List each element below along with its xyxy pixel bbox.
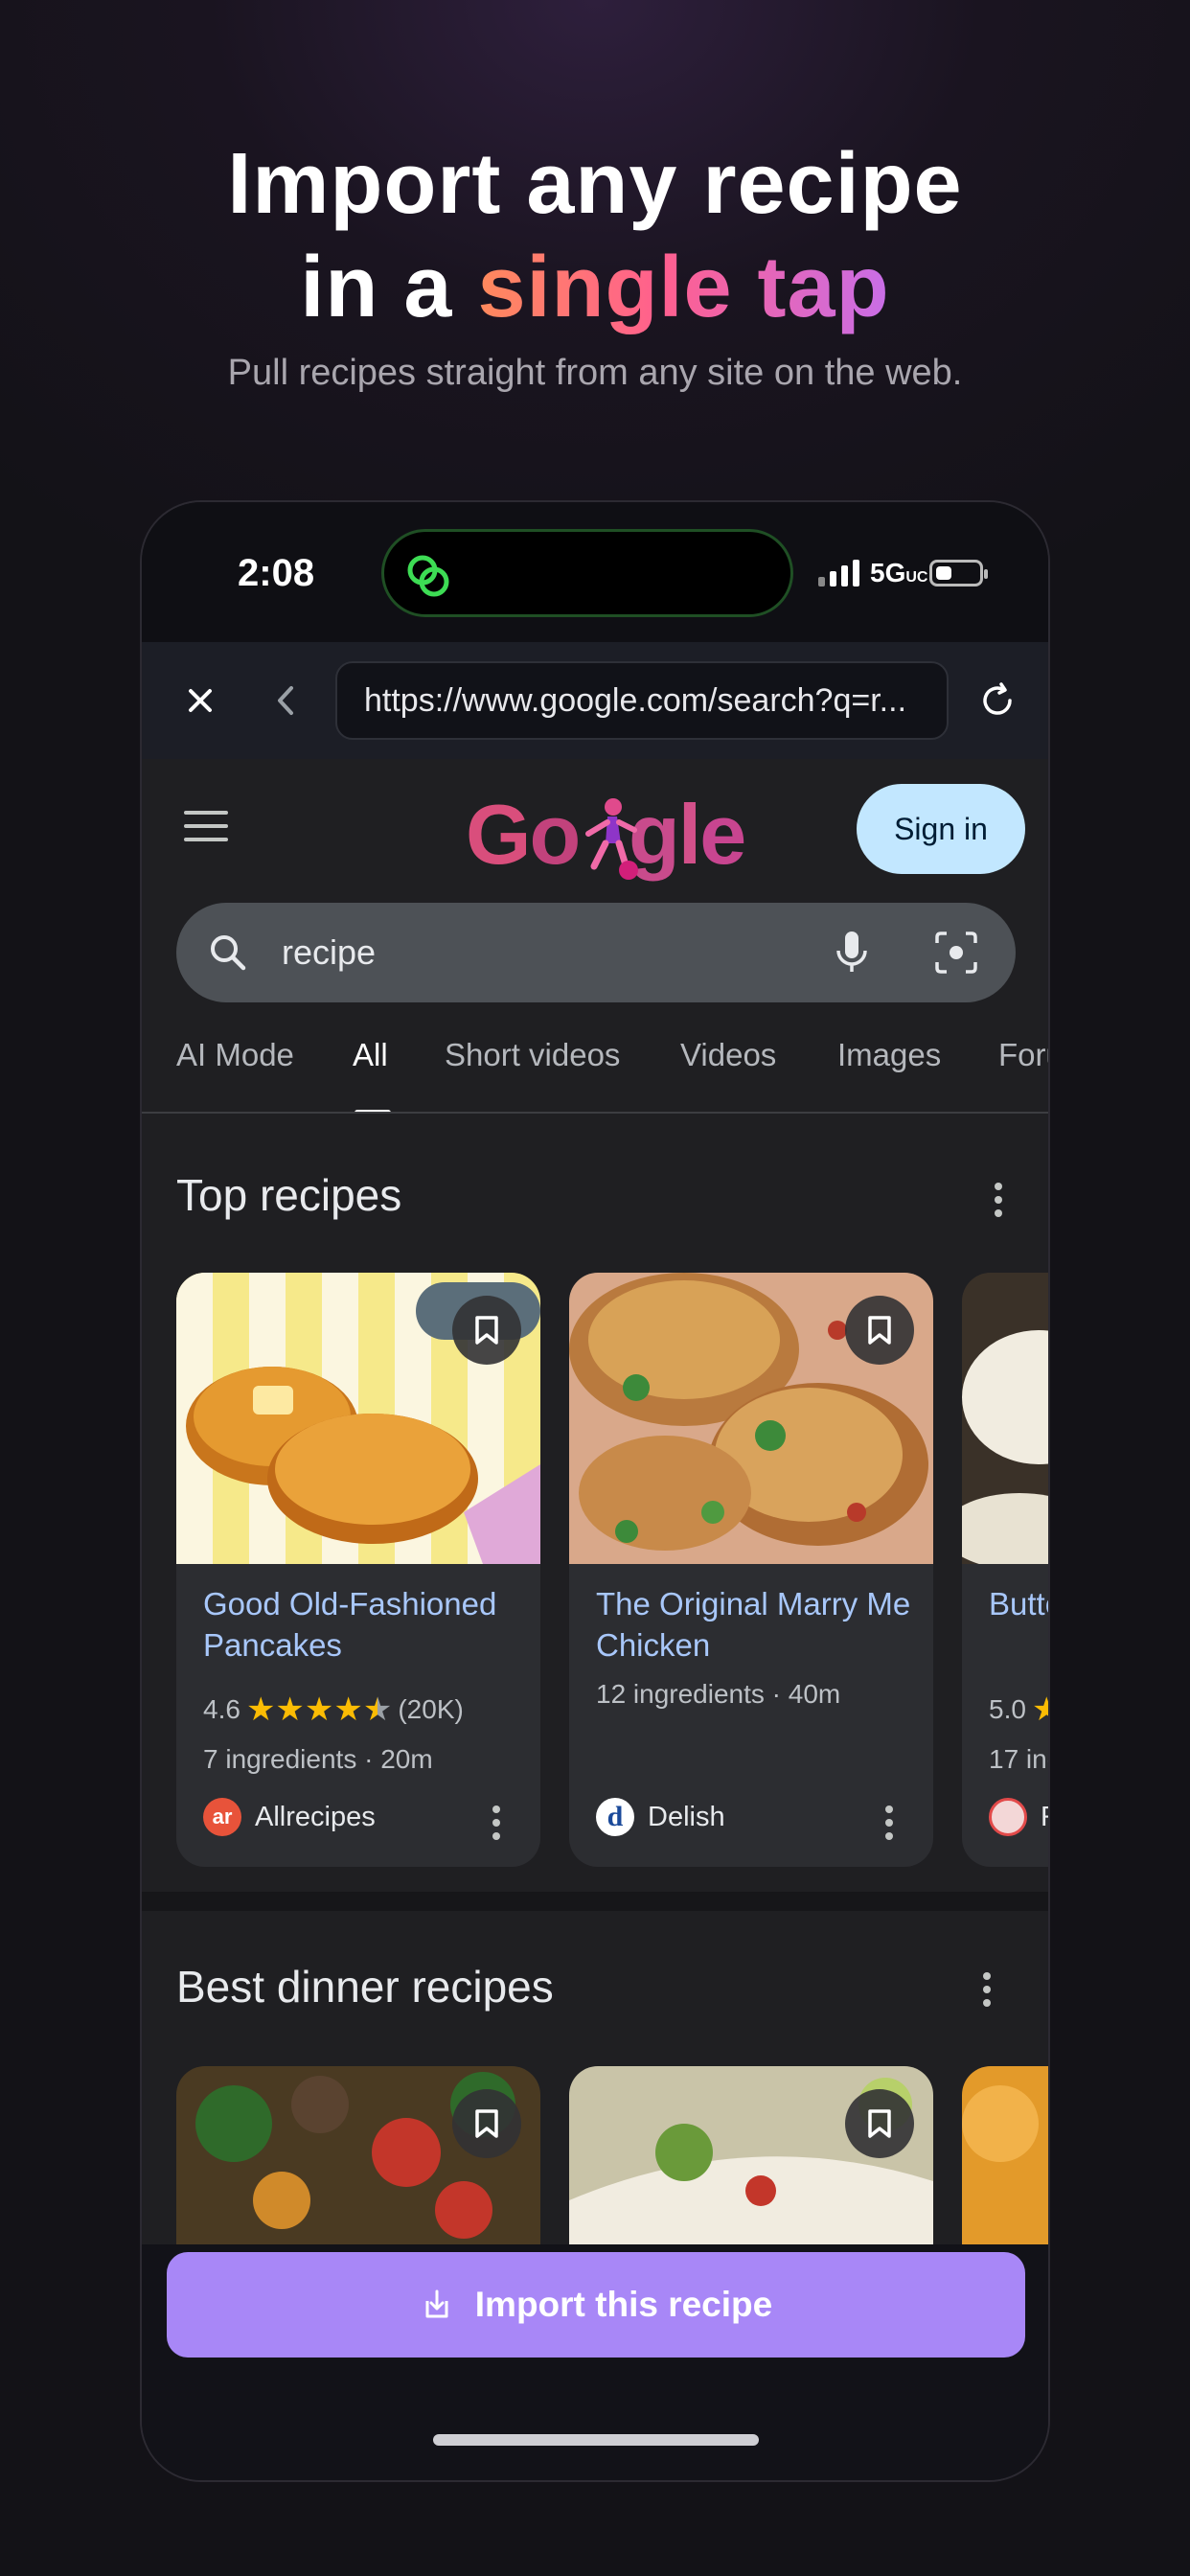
link-app-icon	[407, 555, 449, 597]
recipe-title-link[interactable]: The Original Marry Me Chicken	[596, 1583, 912, 1666]
recipe-card[interactable]: The Original Marry Me Chicken 12 ingredi…	[569, 1273, 933, 1867]
hero-title: Import any recipe in a single tap	[0, 132, 1190, 339]
signal-icon	[818, 560, 859, 586]
browser-toolbar: https://www.google.com/search?q=r...	[142, 642, 1048, 759]
bookmark-icon[interactable]	[452, 2089, 521, 2158]
recipe-source[interactable]: R	[989, 1798, 1048, 1836]
delish-logo: d	[596, 1798, 634, 1836]
recipe-card-image[interactable]	[176, 2066, 540, 2244]
bottom-bar: Import this recipe	[142, 2244, 1048, 2480]
source-logo	[989, 1798, 1027, 1836]
hero-title-line1: Import any recipe	[227, 136, 963, 232]
recipe-card-image[interactable]	[962, 2066, 1048, 2244]
more-options-icon[interactable]	[491, 1806, 502, 1844]
recipe-rating: 4.6 ★★★★★ (20K)	[203, 1691, 464, 1728]
chicken-image	[569, 1273, 933, 1564]
sign-in-button[interactable]: Sign in	[857, 784, 1025, 874]
google-doodle-logo[interactable]: Google	[466, 782, 746, 887]
hamburger-menu-icon[interactable]	[182, 807, 230, 845]
recipe-source[interactable]: ar Allrecipes	[203, 1798, 376, 1836]
recipe-meta: 12 ingredients · 40m	[596, 1679, 841, 1709]
phone-frame: 2:08 5GUC https://www.google.com/search?…	[140, 500, 1050, 2482]
pancakes-image	[176, 1273, 540, 1564]
recipe-card-image[interactable]	[569, 2066, 933, 2244]
status-time: 2:08	[238, 552, 315, 594]
more-options-icon[interactable]	[993, 1183, 1004, 1221]
recipe-title-link[interactable]: Good Old-Fashioned Pancakes	[203, 1583, 519, 1666]
bookmark-icon[interactable]	[452, 1296, 521, 1365]
network-label: 5GUC	[870, 558, 928, 587]
allrecipes-logo: ar	[203, 1798, 241, 1836]
recipe-meta: 7 ingredients · 20m	[203, 1744, 433, 1774]
bookmark-icon[interactable]	[845, 2089, 914, 2158]
hero-title-line2: in a single tap	[0, 236, 1190, 339]
camera-lens-icon[interactable]	[931, 928, 981, 978]
tab-ai-mode[interactable]: AI Mode	[176, 1037, 294, 1073]
microphone-icon[interactable]	[828, 928, 876, 978]
rice-image	[962, 1273, 1048, 1564]
section-separator	[142, 1892, 1048, 1911]
home-indicator	[433, 2434, 759, 2446]
star-rating-icon: ★★★★★	[245, 1691, 393, 1728]
tab-images[interactable]: Images	[837, 1037, 941, 1073]
dinner-recipes-section: Best dinner recipes	[142, 1911, 1048, 2244]
tab-forums[interactable]: Foru	[998, 1037, 1048, 1073]
url-field[interactable]: https://www.google.com/search?q=r...	[335, 661, 949, 740]
recipe-rating: 5.0★	[989, 1691, 1048, 1728]
dynamic-island	[381, 529, 793, 617]
dinner-recipes-title: Best dinner recipes	[176, 1962, 554, 2012]
search-input[interactable]: recipe	[282, 903, 376, 1002]
tab-videos[interactable]: Videos	[680, 1037, 776, 1073]
more-options-icon[interactable]	[981, 1972, 993, 2011]
battery-icon	[929, 560, 988, 586]
hero-title-plain: in a	[300, 240, 453, 335]
tab-all[interactable]: All	[353, 1037, 388, 1073]
recipe-title-link[interactable]: Butte	[989, 1583, 1048, 1624]
search-bar[interactable]: recipe	[176, 903, 1016, 1002]
status-bar: 2:08 5GUC	[142, 502, 1048, 642]
hero-title-accent: single tap	[477, 240, 890, 335]
recipe-source[interactable]: d Delish	[596, 1798, 725, 1836]
chevron-left-icon[interactable]	[263, 677, 310, 724]
close-icon[interactable]	[176, 677, 224, 724]
bookmark-icon[interactable]	[845, 1296, 914, 1365]
recipe-card[interactable]: Good Old-Fashioned Pancakes 4.6 ★★★★★ (2…	[176, 1273, 540, 1867]
search-icon	[211, 935, 246, 971]
doodle-figure-icon	[585, 798, 638, 880]
google-page: Google Sign in recipe	[142, 759, 1048, 2244]
hero-subtitle: Pull recipes straight from any site on t…	[227, 353, 963, 393]
download-icon	[425, 2289, 448, 2318]
more-options-icon[interactable]	[883, 1806, 895, 1844]
recipe-card[interactable]: Butte 5.0★ 17 ing R	[962, 1273, 1048, 1867]
top-recipes-title: Top recipes	[176, 1170, 402, 1220]
tab-short-videos[interactable]: Short videos	[445, 1037, 620, 1073]
top-recipes-section: Top recipes Good Old-Fashioned Pancakes …	[142, 1114, 1048, 1892]
import-button-label: Import this recipe	[474, 2285, 773, 2324]
recipe-meta: 17 ing	[989, 1744, 1048, 1774]
import-recipe-button[interactable]: Import this recipe	[167, 2252, 1025, 2358]
reload-icon[interactable]	[973, 677, 1021, 724]
